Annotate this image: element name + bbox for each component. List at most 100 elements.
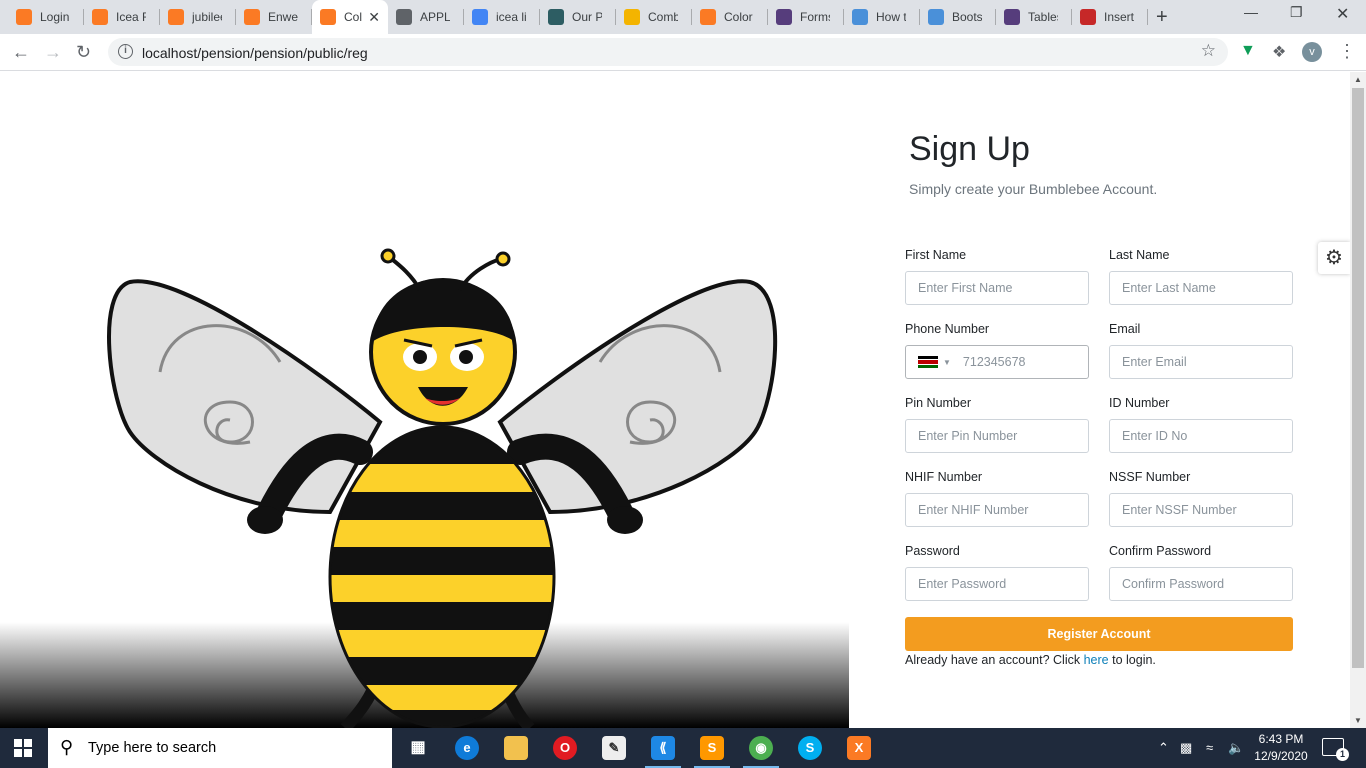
tab-15[interactable]: Insert bbox=[1072, 0, 1148, 34]
tab-5[interactable]: Col ✕ bbox=[312, 0, 388, 34]
tab-title: Our Pa bbox=[572, 10, 602, 24]
nssf-input[interactable]: Enter NSSF Number bbox=[1109, 493, 1293, 527]
tab-3[interactable]: jubilee bbox=[160, 0, 236, 34]
tab-title: Login bbox=[40, 10, 70, 24]
pin-input[interactable]: Enter Pin Number bbox=[905, 419, 1089, 453]
avatar[interactable]: v bbox=[1302, 42, 1322, 62]
close-window-button[interactable]: ✕ bbox=[1336, 4, 1349, 24]
first-name-placeholder: Enter First Name bbox=[918, 281, 1013, 295]
tab-title: Tables bbox=[1028, 10, 1058, 24]
register-button[interactable]: Register Account bbox=[905, 617, 1293, 651]
tab-1[interactable]: Login bbox=[8, 0, 84, 34]
nhif-label: NHIF Number bbox=[905, 470, 983, 484]
xampp-icon bbox=[244, 9, 260, 25]
opera-icon[interactable]: O bbox=[553, 736, 577, 760]
tab-6[interactable]: APPLIC bbox=[388, 0, 464, 34]
gear-icon[interactable]: ⚙ bbox=[1318, 242, 1350, 274]
checker-icon bbox=[852, 9, 868, 25]
windows-start-icon[interactable] bbox=[14, 739, 32, 757]
restore-button[interactable]: ❐ bbox=[1290, 4, 1303, 21]
tab-title: Insert bbox=[1104, 10, 1134, 24]
first-name-group: First Name Enter First Name bbox=[905, 248, 1089, 305]
tab-7[interactable]: icea lic bbox=[464, 0, 540, 34]
id-input[interactable]: Enter ID No bbox=[1109, 419, 1293, 453]
file-explorer-icon[interactable] bbox=[504, 736, 528, 760]
scrollbar[interactable]: ▲ ▼ bbox=[1350, 72, 1366, 728]
back-button[interactable]: ← bbox=[12, 42, 30, 63]
pin-group: Pin Number Enter Pin Number bbox=[905, 396, 1089, 453]
password-input[interactable]: Enter Password bbox=[905, 567, 1089, 601]
chevron-down-icon[interactable]: ▼ bbox=[943, 358, 951, 367]
bootstrap-icon bbox=[1004, 9, 1020, 25]
tab-title: Icea Fo bbox=[116, 10, 146, 24]
minimize-button[interactable]: — bbox=[1244, 4, 1258, 20]
confirm-password-placeholder: Confirm Password bbox=[1122, 577, 1225, 591]
menu-kebab-icon[interactable]: ⋮ bbox=[1338, 41, 1356, 62]
battery-icon[interactable]: ▩ bbox=[1180, 740, 1192, 756]
url-text: localhost/pension/pension/public/reg bbox=[142, 45, 368, 61]
bumblebee-image bbox=[107, 248, 778, 728]
scroll-up-icon[interactable]: ▲ bbox=[1354, 75, 1362, 84]
nhif-placeholder: Enter NHIF Number bbox=[918, 503, 1029, 517]
last-name-input[interactable]: Enter Last Name bbox=[1109, 271, 1293, 305]
first-name-input[interactable]: Enter First Name bbox=[905, 271, 1089, 305]
phone-input[interactable]: ▼ 712345678 bbox=[905, 345, 1089, 379]
tab-4[interactable]: Enweal bbox=[236, 0, 312, 34]
tab-9[interactable]: Combi bbox=[616, 0, 692, 34]
chevron-up-icon[interactable]: ⌃ bbox=[1158, 740, 1169, 756]
extensions-puzzle-icon[interactable]: ❖ bbox=[1272, 42, 1286, 62]
tab-14[interactable]: Tables bbox=[996, 0, 1072, 34]
info-icon[interactable]: i bbox=[118, 44, 133, 59]
volume-icon[interactable]: 🔈 bbox=[1228, 740, 1244, 756]
kenya-flag-icon[interactable] bbox=[918, 355, 938, 369]
clock-date: 12/9/2020 bbox=[1254, 749, 1308, 763]
login-link[interactable]: here bbox=[1084, 653, 1109, 667]
tab-12[interactable]: How to bbox=[844, 0, 920, 34]
new-tab-button[interactable]: + bbox=[1156, 6, 1168, 29]
reload-button[interactable]: ↻ bbox=[76, 42, 91, 63]
id-group: ID Number Enter ID No bbox=[1109, 396, 1293, 453]
sublime-icon[interactable]: S bbox=[694, 736, 730, 768]
notification-icon[interactable]: 1 bbox=[1322, 738, 1349, 761]
bookmark-star-icon[interactable]: ☆ bbox=[1201, 41, 1216, 61]
taskbar-search[interactable]: ⚲ Type here to search bbox=[48, 728, 392, 768]
chrome-icon[interactable]: ◉ bbox=[743, 736, 779, 768]
tab-title: How to bbox=[876, 10, 906, 24]
address-bar[interactable]: i localhost/pension/pension/public/reg ☆ bbox=[108, 38, 1228, 66]
login-prefix: Already have an account? Click bbox=[905, 653, 1081, 667]
nssf-label: NSSF Number bbox=[1109, 470, 1191, 484]
task-view-icon[interactable]: ▦ bbox=[406, 736, 430, 760]
tab-2[interactable]: Icea Fo bbox=[84, 0, 160, 34]
first-name-label: First Name bbox=[905, 248, 967, 262]
nssf-placeholder: Enter NSSF Number bbox=[1122, 503, 1237, 517]
xampp-icon[interactable]: X bbox=[847, 736, 871, 760]
edge-icon[interactable]: e bbox=[455, 736, 479, 760]
checker-icon bbox=[928, 9, 944, 25]
close-tab-icon[interactable]: ✕ bbox=[368, 9, 380, 26]
skype-icon[interactable]: S bbox=[798, 736, 822, 760]
globe-icon bbox=[396, 9, 412, 25]
bootstrap-icon bbox=[776, 9, 792, 25]
scroll-down-icon[interactable]: ▼ bbox=[1354, 716, 1362, 725]
tab-11[interactable]: Forms bbox=[768, 0, 844, 34]
phone-label: Phone Number bbox=[905, 322, 990, 336]
vscode-icon[interactable]: ⟪ bbox=[645, 736, 681, 768]
nhif-group: NHIF Number Enter NHIF Number bbox=[905, 470, 1089, 527]
page-title: Sign Up bbox=[909, 130, 1030, 168]
clock[interactable]: 6:43 PM 12/9/2020 bbox=[1250, 731, 1312, 765]
email-field[interactable]: Enter Email bbox=[1109, 345, 1293, 379]
password-group: Password Enter Password bbox=[905, 544, 1089, 601]
wifi-icon[interactable]: ≈ bbox=[1206, 740, 1213, 755]
tab-10[interactable]: Color bbox=[692, 0, 768, 34]
scrollbar-thumb[interactable] bbox=[1352, 88, 1364, 668]
search-icon: ⚲ bbox=[60, 737, 74, 757]
w3-icon bbox=[1080, 9, 1096, 25]
tab-13[interactable]: Bootst bbox=[920, 0, 996, 34]
forward-button[interactable]: → bbox=[44, 42, 62, 63]
tab-8[interactable]: Our Pa bbox=[540, 0, 616, 34]
document-icon[interactable]: ✎ bbox=[602, 736, 626, 760]
nssf-group: NSSF Number Enter NSSF Number bbox=[1109, 470, 1293, 527]
confirm-password-input[interactable]: Confirm Password bbox=[1109, 567, 1293, 601]
vue-devtools-icon[interactable]: ▼ bbox=[1240, 42, 1256, 60]
nhif-input[interactable]: Enter NHIF Number bbox=[905, 493, 1089, 527]
